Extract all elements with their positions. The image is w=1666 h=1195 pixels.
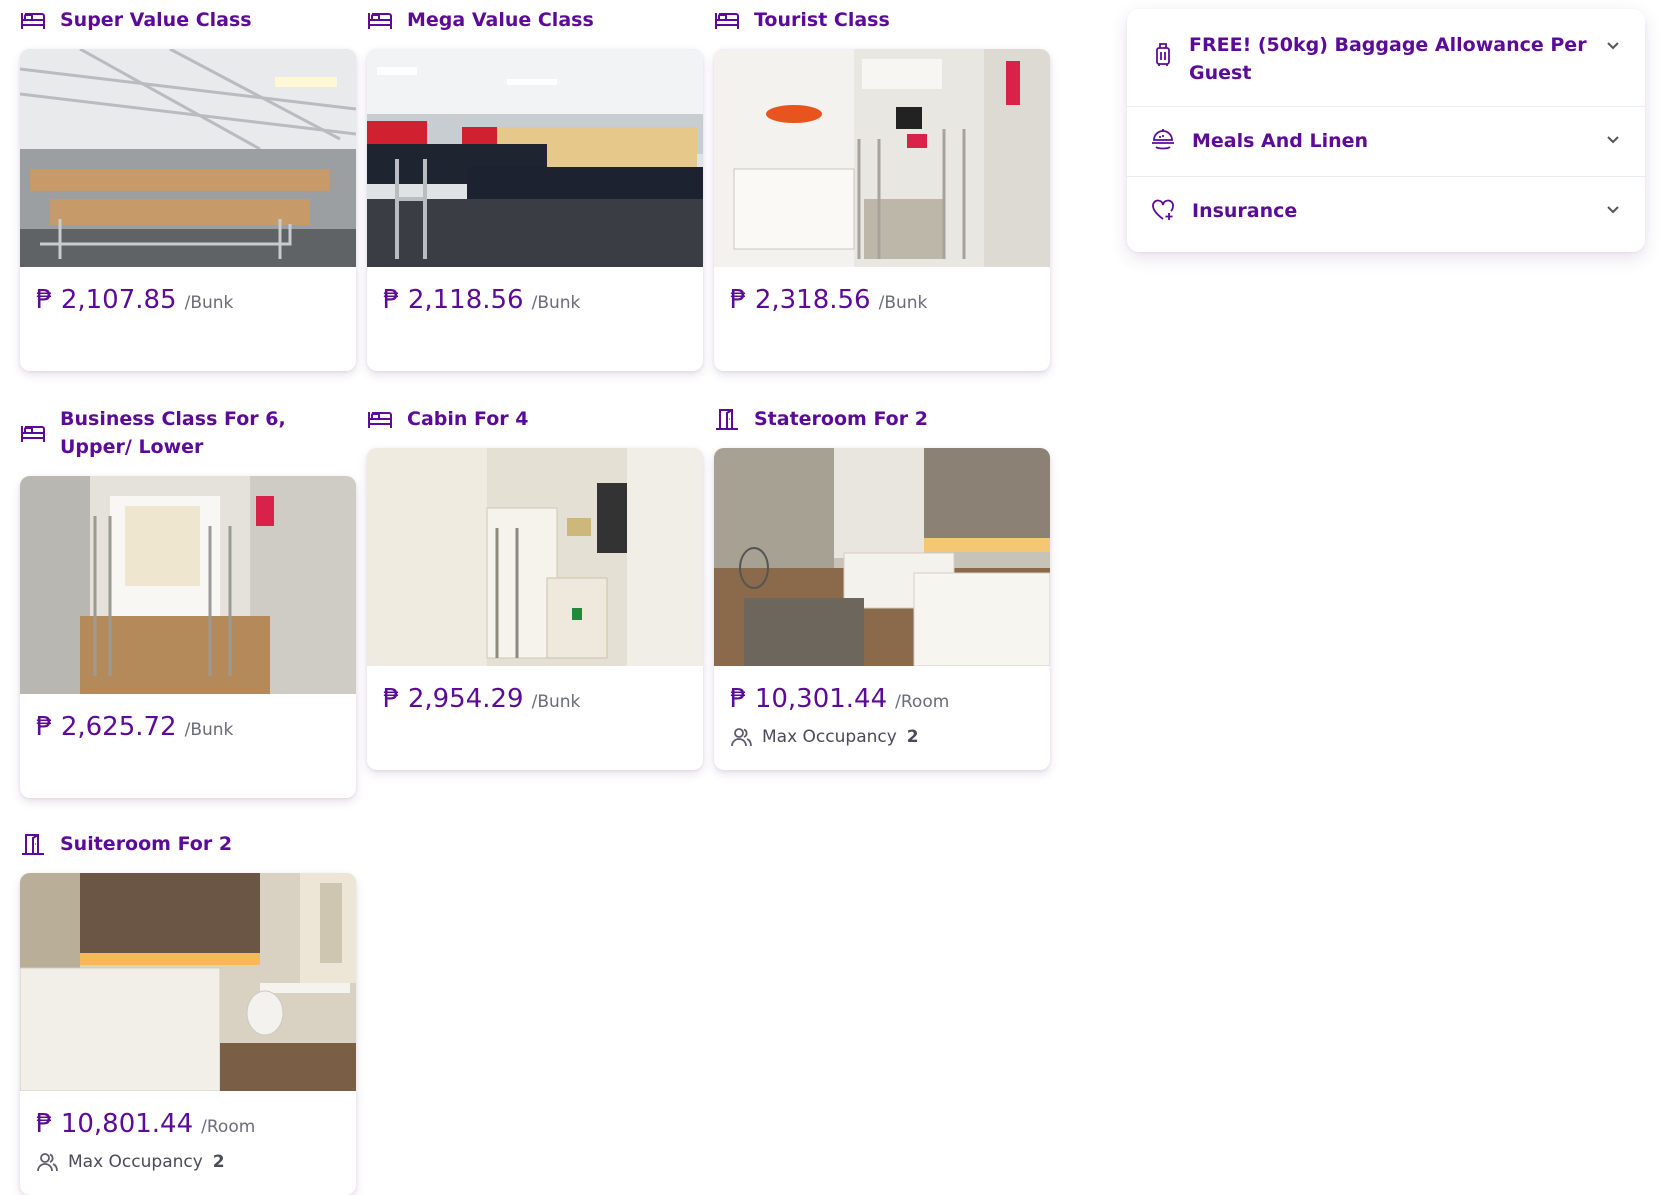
card-panel: ₱ 10,301.44 /Room Max Occupancy 2 (714, 448, 1050, 770)
card-panel: ₱ 2,625.72 /Bunk (20, 476, 356, 798)
cabin-photo (367, 49, 703, 267)
price-area: ₱ 2,107.85 /Bunk (20, 267, 356, 371)
accommodation-card[interactable]: Business Class For 6, Upper/ Lower ₱ 2,6… (20, 405, 356, 798)
accommodation-card[interactable]: Mega Value Class ₱ 2,118.56 /Bunk (367, 6, 703, 371)
door-icon (714, 405, 740, 433)
price-unit: /Bunk (184, 293, 234, 313)
card-panel: ₱ 2,954.29 /Bunk (367, 448, 703, 770)
price-unit: /Bunk (531, 692, 581, 712)
card-panel: ₱ 10,801.44 /Room Max Occupancy 2 (20, 873, 356, 1195)
accordion-item-insurance[interactable]: Insurance (1127, 177, 1645, 247)
price: ₱ 10,801.44 (36, 1109, 194, 1139)
card-title-row: Tourist Class (714, 6, 1050, 34)
price: ₱ 2,625.72 (36, 712, 177, 742)
card-title-row: Cabin For 4 (367, 405, 703, 433)
price: ₱ 2,318.56 (730, 285, 871, 315)
price-area: ₱ 2,625.72 /Bunk (20, 694, 356, 798)
bed-icon (367, 405, 393, 433)
inclusions-accordion: FREE! (50kg) Baggage Allowance Per Guest… (1127, 9, 1645, 252)
accordion-label: FREE! (50kg) Baggage Allowance Per Guest (1189, 34, 1587, 84)
card-panel: ₱ 2,118.56 /Bunk (367, 49, 703, 371)
cabin-photo (714, 448, 1050, 666)
chevron-down-icon[interactable] (1603, 201, 1623, 217)
accommodation-card[interactable]: Stateroom For 2 ₱ 10,301.44 /Room Max Oc… (714, 405, 1050, 770)
price-unit: /Room (895, 692, 950, 712)
occupancy-label: Max Occupancy (68, 1152, 203, 1172)
occupancy-value: 2 (906, 727, 919, 747)
card-title: Suiteroom For 2 (60, 833, 233, 855)
card-panel: ₱ 2,107.85 /Bunk (20, 49, 356, 371)
card-title: Stateroom For 2 (754, 408, 928, 430)
max-occupancy: Max Occupancy 2 (36, 1151, 340, 1173)
bed-icon (714, 6, 740, 34)
max-occupancy: Max Occupancy 2 (730, 726, 1034, 748)
card-title: Super Value Class (60, 9, 252, 31)
bed-icon (20, 6, 46, 34)
price: ₱ 2,118.56 (383, 285, 524, 315)
price-area: ₱ 10,301.44 /Room Max Occupancy 2 (714, 666, 1050, 770)
price: ₱ 2,954.29 (383, 684, 524, 714)
accommodation-card[interactable]: Super Value Class ₱ 2,107.85 /Bunk (20, 6, 356, 371)
cabin-photo (714, 49, 1050, 267)
accordion-label: Meals And Linen (1192, 130, 1369, 152)
chevron-down-icon[interactable] (1603, 37, 1623, 53)
price-unit: /Bunk (878, 293, 928, 313)
price-area: ₱ 2,954.29 /Bunk (367, 666, 703, 770)
card-title-row: Super Value Class (20, 6, 356, 34)
accommodation-grid: Super Value Class ₱ 2,107.85 /Bunk Mega … (0, 0, 1110, 1195)
card-title: Tourist Class (754, 9, 890, 31)
cabin-photo (20, 476, 356, 694)
cabin-photo (20, 49, 356, 267)
price-unit: /Bunk (184, 720, 234, 740)
card-title-row: Suiteroom For 2 (20, 830, 356, 858)
chevron-down-icon[interactable] (1603, 131, 1623, 147)
cabin-photo (367, 448, 703, 666)
price-unit: /Bunk (531, 293, 581, 313)
accommodation-card[interactable]: Suiteroom For 2 ₱ 10,801.44 /Room Max Oc… (20, 830, 356, 1195)
card-title: Cabin For 4 (407, 408, 529, 430)
card-title-row: Business Class For 6, Upper/ Lower (20, 405, 356, 461)
accordion-label: Insurance (1192, 200, 1298, 222)
occupancy-label: Max Occupancy (762, 727, 897, 747)
users-icon (731, 728, 752, 747)
card-title-row: Stateroom For 2 (714, 405, 1050, 433)
accordion-item-meals[interactable]: Meals And Linen (1127, 107, 1645, 177)
accommodation-card[interactable]: Tourist Class ₱ 2,318.56 /Bunk (714, 6, 1050, 371)
luggage-icon (1149, 41, 1177, 67)
card-panel: ₱ 2,318.56 /Bunk (714, 49, 1050, 371)
price-unit: /Room (201, 1117, 256, 1137)
door-icon (20, 830, 46, 858)
bed-icon (367, 6, 393, 34)
cabin-photo (20, 873, 356, 1091)
meal-icon (1149, 127, 1177, 153)
bed-icon (20, 419, 46, 447)
price: ₱ 10,301.44 (730, 684, 888, 714)
price-area: ₱ 2,118.56 /Bunk (367, 267, 703, 371)
heart-plus-icon (1149, 197, 1177, 223)
price-area: ₱ 10,801.44 /Room Max Occupancy 2 (20, 1091, 356, 1195)
accommodation-card[interactable]: Cabin For 4 ₱ 2,954.29 /Bunk (367, 405, 703, 770)
card-title-row: Mega Value Class (367, 6, 703, 34)
card-title: Business Class For 6, Upper/ Lower (60, 408, 286, 458)
accordion-item-baggage[interactable]: FREE! (50kg) Baggage Allowance Per Guest (1127, 9, 1645, 107)
price: ₱ 2,107.85 (36, 285, 177, 315)
price-area: ₱ 2,318.56 /Bunk (714, 267, 1050, 371)
occupancy-value: 2 (212, 1152, 225, 1172)
users-icon (37, 1153, 58, 1172)
card-title: Mega Value Class (407, 9, 594, 31)
